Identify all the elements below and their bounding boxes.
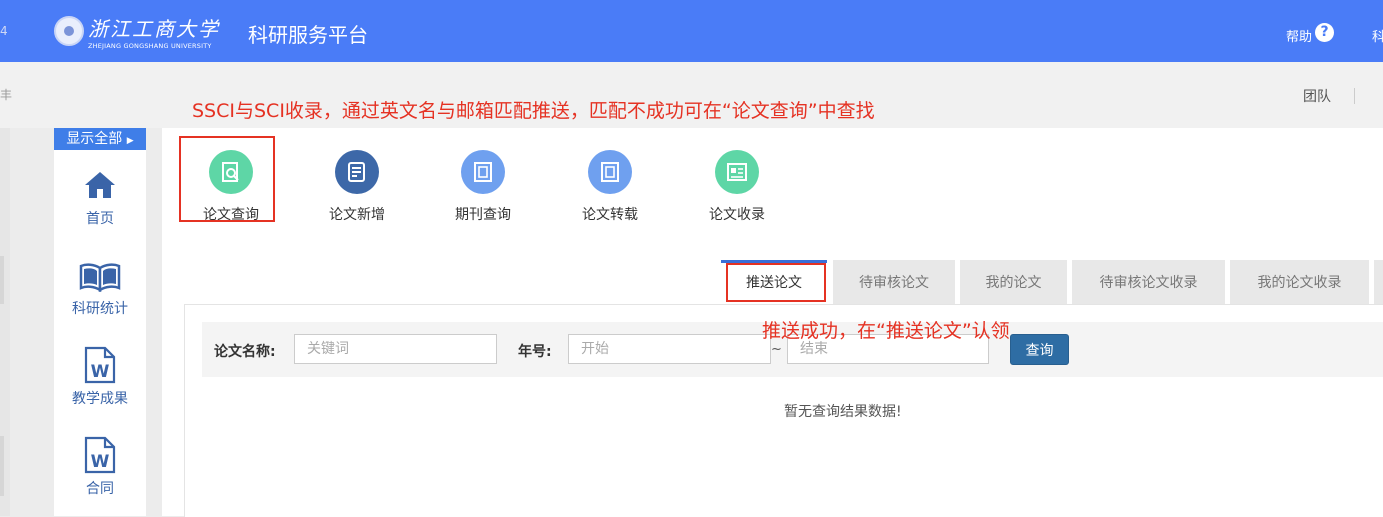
platform-title: 科研服务平台 <box>248 23 368 47</box>
sidebar-item-label: 教学成果 <box>72 391 128 407</box>
toolbar-label: 论文新增 <box>329 207 385 223</box>
caret-right-icon: ▶ <box>126 136 134 146</box>
show-all-button[interactable]: 显示全部 ▶ <box>54 128 146 150</box>
annotation-top: SSCI与SCI收录，通过英文名与邮箱匹配推送，匹配不成功可在“论文查询”中查找 <box>192 100 875 122</box>
toolbar-paper-reprint[interactable]: 论文转载 <box>560 150 660 224</box>
tab-overflow-fragment[interactable] <box>1374 260 1383 304</box>
paper-title-input[interactable] <box>294 334 497 364</box>
university-name: 浙江工商大学 <box>88 17 220 41</box>
toolbar-paper-indexing[interactable]: 论文收录 <box>687 150 787 224</box>
university-name-en: ZHEJIANG GONGSHANG UNIVERSITY <box>88 42 212 50</box>
annotation-highlight-box <box>726 263 826 302</box>
paper-title-label: 论文名称: <box>214 344 276 360</box>
sidebar-item-label: 科研统计 <box>72 301 128 317</box>
newspaper-icon <box>715 150 759 194</box>
sidebar-item-label: 合同 <box>86 481 114 497</box>
tab-pending-indexing[interactable]: 待审核论文收录 <box>1072 260 1225 304</box>
annotation-middle: 推送成功，在“推送论文”认领 <box>762 320 1010 342</box>
toolbar-journal-search[interactable]: 期刊查询 <box>433 150 533 224</box>
sidebar-item-teaching[interactable]: W 教学成果 <box>54 346 146 408</box>
sidebar-item-contract[interactable]: W 合同 <box>54 436 146 498</box>
annotation-highlight-box <box>179 136 275 222</box>
help-question-icon[interactable]: ? <box>1315 23 1334 42</box>
word-document-icon: W <box>84 436 116 474</box>
edge-text-fragment: 丰 <box>0 88 13 102</box>
edge-strip-mark <box>0 436 4 496</box>
svg-text:W: W <box>91 362 110 382</box>
sidebar-item-home[interactable]: 首页 <box>54 170 146 228</box>
toolbar-label: 期刊查询 <box>455 207 511 223</box>
range-separator: ~ <box>771 342 782 357</box>
divider <box>1354 88 1355 104</box>
word-document-icon: W <box>84 346 116 384</box>
journal-icon <box>588 150 632 194</box>
team-link[interactable]: 团队 <box>1303 86 1331 106</box>
home-icon <box>85 172 115 198</box>
show-all-label: 显示全部 <box>66 131 123 147</box>
help-link[interactable]: 帮助 <box>1286 26 1312 45</box>
tab-my-indexing[interactable]: 我的论文收录 <box>1230 260 1369 304</box>
query-button[interactable]: 查询 <box>1010 334 1069 365</box>
empty-results-message: 暂无查询结果数据! <box>784 404 902 420</box>
tab-pending-papers[interactable]: 待审核论文 <box>833 260 955 304</box>
edge-strip-mark <box>0 256 4 304</box>
toolbar-paper-add[interactable]: 论文新增 <box>307 150 407 224</box>
year-start-input[interactable] <box>568 334 771 364</box>
edge-text-fragment: 4 <box>0 24 8 38</box>
sidebar-item-label: 首页 <box>86 211 114 227</box>
year-label: 年号: <box>518 344 552 360</box>
user-menu-fragment[interactable]: 科 <box>1372 26 1383 45</box>
toolbar-label: 论文收录 <box>709 207 765 223</box>
tab-my-papers[interactable]: 我的论文 <box>960 260 1067 304</box>
top-header: 4 浙江工商大学 ZHEJIANG GONGSHANG UNIVERSITY 科… <box>0 0 1383 62</box>
svg-text:W: W <box>91 452 110 472</box>
sidebar-item-research-stats[interactable]: 科研统计 <box>54 262 146 318</box>
toolbar-label: 论文转载 <box>582 207 638 223</box>
university-logo-icon[interactable] <box>54 16 84 46</box>
book-icon <box>79 263 121 292</box>
paper-add-icon <box>335 150 379 194</box>
journal-icon <box>461 150 505 194</box>
